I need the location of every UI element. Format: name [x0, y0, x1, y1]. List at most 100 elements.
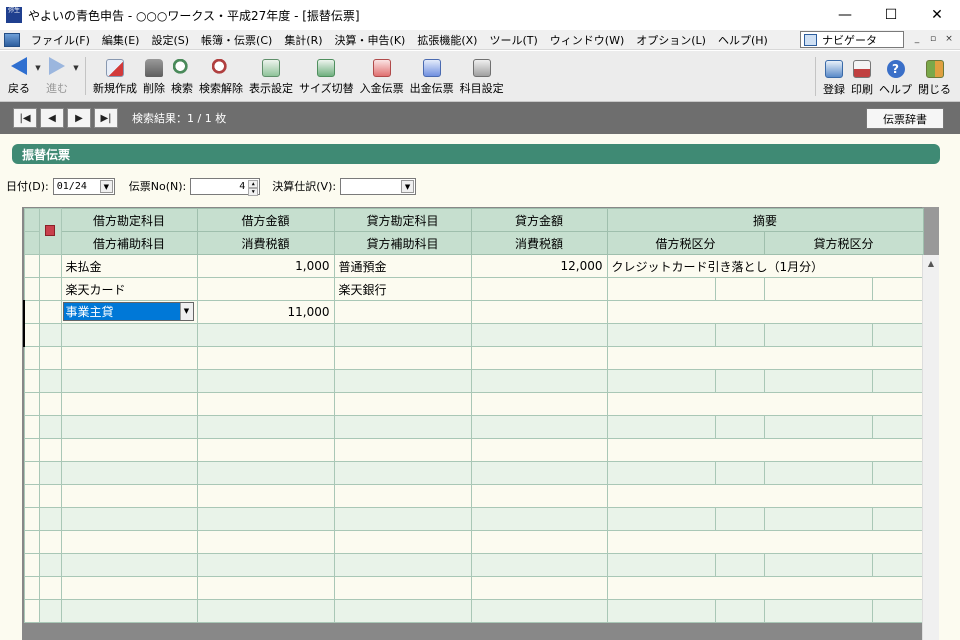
row-marker-cell[interactable] [38, 507, 62, 531]
credit-tax-rate-cell[interactable] [871, 599, 924, 623]
debit-tax-cell[interactable] [196, 461, 335, 485]
credit-tax-rate-cell[interactable] [871, 415, 924, 439]
description-cell[interactable] [606, 438, 924, 462]
table-row[interactable] [23, 461, 924, 485]
debit-sub-cell[interactable] [60, 415, 198, 439]
debit-tax-cell[interactable] [196, 507, 335, 531]
menu-extensions[interactable]: 拡張機能(X) [412, 32, 484, 48]
credit-tax-rate-cell[interactable] [871, 277, 924, 301]
display-settings-button[interactable]: 表示設定 [246, 51, 296, 101]
row-marker-cell[interactable] [38, 323, 62, 347]
account-settings-button[interactable]: 科目設定 [457, 51, 507, 101]
row-gutter[interactable] [23, 300, 40, 324]
credit-amount-cell[interactable] [470, 438, 608, 462]
credit-sub-cell[interactable] [333, 507, 472, 531]
credit-amount-cell[interactable]: 12,000 [470, 254, 608, 278]
next-record-button[interactable]: ▶ [67, 108, 91, 128]
credit-amount-cell[interactable] [470, 576, 608, 600]
navigator-button[interactable]: ナビゲータ [800, 31, 904, 48]
table-row[interactable] [23, 576, 924, 600]
debit-account-cell[interactable]: 事業主貸 ▼ [60, 300, 198, 324]
credit-tax-cell[interactable] [470, 461, 608, 485]
row-gutter[interactable] [23, 553, 40, 577]
register-button[interactable]: 登録 [820, 51, 848, 102]
credit-tax-cell[interactable] [470, 369, 608, 393]
table-row[interactable] [23, 415, 924, 439]
debit-tax-cell[interactable] [196, 323, 335, 347]
debit-tax-category-cell[interactable] [606, 599, 716, 623]
credit-tax-cell[interactable] [470, 507, 608, 531]
debit-account-cell[interactable] [60, 484, 198, 508]
menu-closing[interactable]: 決算・申告(K) [330, 32, 413, 48]
debit-tax-rate-cell[interactable] [714, 369, 765, 393]
credit-tax-cell[interactable] [470, 277, 608, 301]
debit-sub-cell[interactable] [60, 599, 198, 623]
vertical-scrollbar[interactable]: ▲ [922, 255, 939, 640]
table-row[interactable]: 未払金 1,000 普通預金 12,000 クレジットカード引き落とし（1月分） [23, 254, 924, 278]
description-cell[interactable] [606, 576, 924, 600]
credit-amount-cell[interactable] [470, 300, 608, 324]
debit-amount-cell[interactable]: 11,000 [196, 300, 335, 324]
chevron-down-icon[interactable]: ▼ [179, 303, 193, 320]
description-cell[interactable] [606, 484, 924, 508]
menu-edit[interactable]: 編集(E) [97, 32, 147, 48]
debit-tax-cell[interactable] [196, 553, 335, 577]
row-marker-cell[interactable] [38, 553, 62, 577]
debit-amount-cell[interactable] [196, 530, 335, 554]
row-gutter[interactable] [23, 415, 40, 439]
debit-tax-category-cell[interactable] [606, 369, 716, 393]
menu-books[interactable]: 帳簿・伝票(C) [196, 32, 279, 48]
table-row[interactable] [23, 392, 924, 416]
debit-tax-category-cell[interactable] [606, 277, 716, 301]
mdi-close-button[interactable]: × [942, 32, 956, 46]
description-cell[interactable]: クレジットカード引き落とし（1月分） [606, 254, 924, 278]
debit-tax-cell[interactable] [196, 369, 335, 393]
new-button[interactable]: 新規作成 [90, 51, 140, 101]
debit-tax-rate-cell[interactable] [714, 507, 765, 531]
debit-tax-rate-cell[interactable] [714, 461, 765, 485]
credit-tax-category-cell[interactable] [763, 323, 873, 347]
credit-sub-cell[interactable] [333, 415, 472, 439]
debit-tax-category-cell[interactable] [606, 507, 716, 531]
menu-totals[interactable]: 集計(R) [279, 32, 329, 48]
table-row-selected[interactable]: 事業主貸 ▼ 11,000 [23, 300, 925, 324]
credit-account-cell[interactable] [333, 576, 472, 600]
description-cell[interactable] [606, 300, 925, 324]
menu-tools[interactable]: ツール(T) [484, 32, 544, 48]
row-marker-cell[interactable] [38, 576, 62, 600]
date-field[interactable]: 01/24 ▼ [52, 177, 115, 195]
debit-sub-cell[interactable] [60, 461, 198, 485]
debit-tax-cell[interactable] [196, 277, 335, 301]
row-marker-cell[interactable] [38, 599, 62, 623]
maximize-button[interactable]: ☐ [868, 0, 914, 30]
debit-tax-cell[interactable] [196, 599, 335, 623]
credit-tax-category-cell[interactable] [763, 369, 873, 393]
print-button[interactable]: 印刷 [848, 51, 876, 102]
debit-sub-cell[interactable]: 楽天カード [60, 277, 198, 301]
row-marker-cell[interactable] [38, 438, 62, 462]
credit-account-cell[interactable] [333, 300, 472, 324]
first-record-button[interactable]: |◀ [13, 108, 37, 128]
debit-tax-category-cell[interactable] [606, 415, 716, 439]
credit-amount-cell[interactable] [470, 484, 608, 508]
row-marker-cell[interactable] [38, 369, 62, 393]
row-gutter[interactable] [23, 576, 40, 600]
credit-tax-category-cell[interactable] [763, 277, 873, 301]
debit-amount-cell[interactable] [196, 346, 335, 370]
row-gutter[interactable] [23, 461, 40, 485]
credit-sub-cell[interactable] [333, 369, 472, 393]
debit-sub-cell[interactable] [60, 507, 198, 531]
debit-tax-rate-cell[interactable] [714, 277, 765, 301]
debit-tax-cell[interactable] [196, 415, 335, 439]
book-icon[interactable] [45, 224, 55, 236]
debit-amount-cell[interactable] [196, 392, 335, 416]
credit-tax-rate-cell[interactable] [871, 461, 924, 485]
debit-account-cell[interactable] [60, 392, 198, 416]
credit-account-cell[interactable] [333, 484, 472, 508]
slip-dictionary-button[interactable]: 伝票辞書 [866, 108, 944, 129]
stepper-up-icon[interactable]: ▲ [248, 179, 259, 188]
forward-dropdown-icon[interactable]: ▼ [71, 51, 81, 101]
row-gutter[interactable] [23, 346, 40, 370]
description-cell[interactable] [606, 346, 924, 370]
deposit-slip-button[interactable]: 入金伝票 [357, 51, 407, 101]
